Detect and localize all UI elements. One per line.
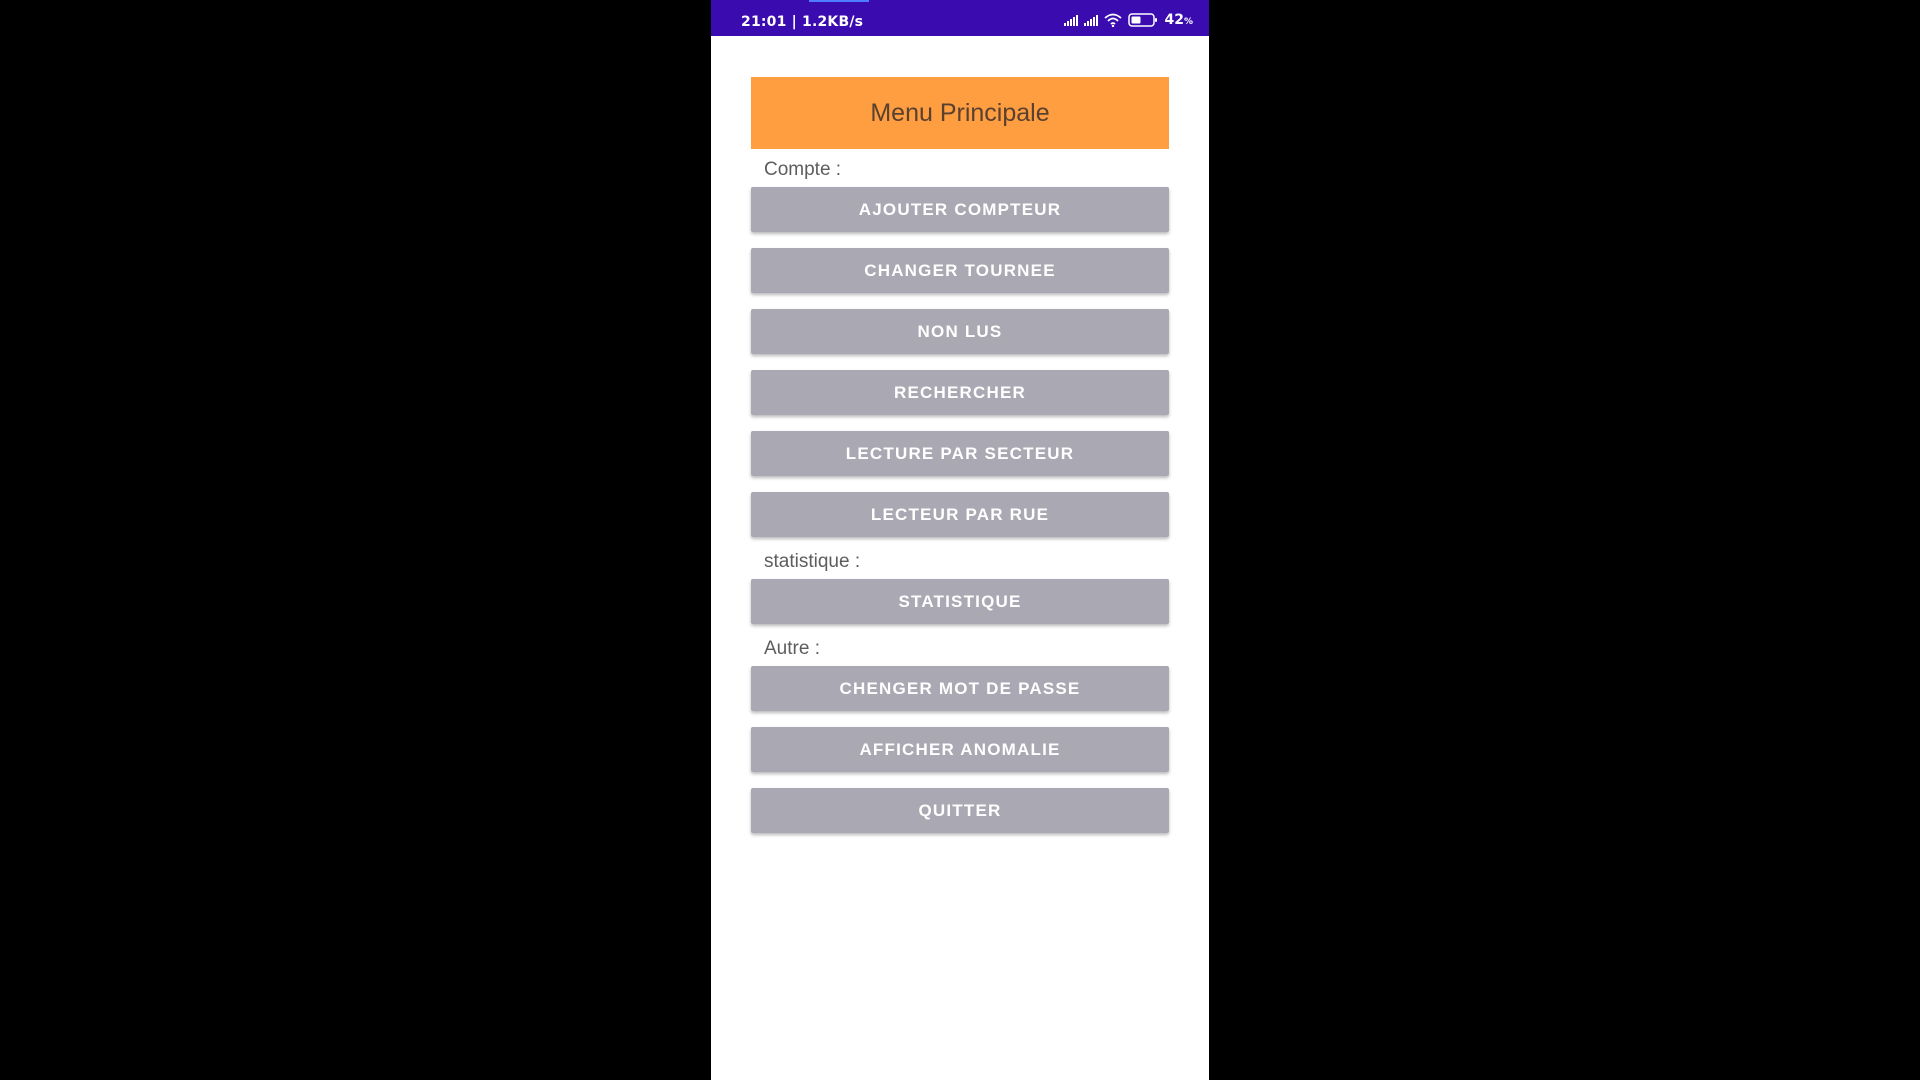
- status-indicator-line: [809, 0, 869, 2]
- section-label-compte: Compte :: [764, 159, 842, 180]
- afficher-anomalie-button[interactable]: AFFICHER ANOMALIE: [751, 727, 1169, 772]
- status-bar: 21:01 | 1.2KB/s 42%: [711, 0, 1209, 36]
- section-label-statistique: statistique :: [764, 551, 861, 572]
- phone-screen: 21:01 | 1.2KB/s 42% Menu Principale Comp…: [711, 0, 1209, 1080]
- changer-tournee-button[interactable]: CHANGER TOURNEE: [751, 248, 1169, 293]
- wifi-icon: [1104, 13, 1123, 27]
- rechercher-button[interactable]: RECHERCHER: [751, 370, 1169, 415]
- lecture-par-secteur-button[interactable]: LECTURE PAR SECTEUR: [751, 431, 1169, 476]
- non-lus-button[interactable]: NON LUS: [751, 309, 1169, 354]
- ajouter-compteur-button[interactable]: AJOUTER COMPTEUR: [751, 187, 1169, 232]
- section-label-autre: Autre :: [764, 638, 820, 659]
- status-icons: 42%: [1064, 12, 1193, 28]
- quitter-button[interactable]: QUITTER: [751, 788, 1169, 833]
- signal-icon: [1064, 14, 1079, 26]
- statistique-button[interactable]: STATISTIQUE: [751, 579, 1169, 624]
- battery-percent: 42%: [1164, 12, 1193, 28]
- battery-icon: [1128, 13, 1158, 27]
- page-title: Menu Principale: [751, 77, 1169, 149]
- status-time-speed: 21:01 | 1.2KB/s: [741, 14, 864, 30]
- changer-mot-de-passe-button[interactable]: CHENGER MOT DE PASSE: [751, 666, 1169, 711]
- signal-icon: [1084, 14, 1099, 26]
- lecteur-par-rue-button[interactable]: LECTEUR PAR RUE: [751, 492, 1169, 537]
- main-menu: Menu Principale Compte : AJOUTER COMPTEU…: [751, 77, 1169, 849]
